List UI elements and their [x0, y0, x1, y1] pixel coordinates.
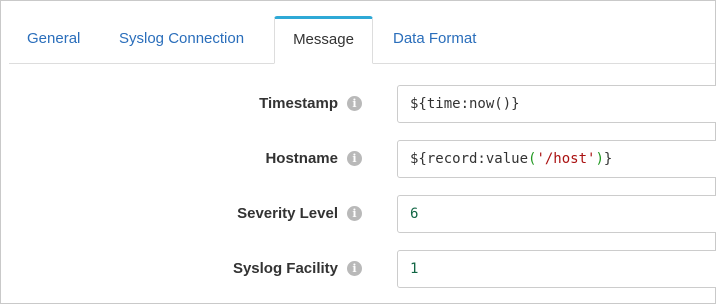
tab-message[interactable]: Message [274, 16, 373, 64]
syslog-facility-field[interactable]: 1 [397, 250, 716, 288]
info-icon[interactable]: i [347, 206, 362, 221]
info-icon[interactable]: i [347, 261, 362, 276]
tab-general[interactable]: General [27, 17, 80, 63]
severity-level-row: Severity Level i 6 [1, 195, 716, 233]
info-icon[interactable]: i [347, 151, 362, 166]
severity-level-label: Severity Level [237, 205, 338, 222]
info-icon[interactable]: i [347, 96, 362, 111]
severity-level-field[interactable]: 6 [397, 195, 716, 233]
severity-level-value: 6 [410, 206, 419, 222]
configuration-panel: General Syslog Connection Message Data F… [0, 0, 716, 304]
tab-bar: General Syslog Connection Message Data F… [9, 1, 715, 64]
hostname-row: Hostname i ${record:value('/host')} [1, 140, 716, 178]
timestamp-label: Timestamp [259, 95, 338, 112]
close-paren: ) [595, 151, 604, 167]
hostname-field[interactable]: ${record:value('/host')} [397, 140, 716, 178]
timestamp-field[interactable]: ${time:now()} [397, 85, 716, 123]
syslog-facility-label: Syslog Facility [232, 260, 338, 277]
syslog-facility-row: Syslog Facility i 1 [1, 250, 716, 288]
expression-prefix: ${record:value [410, 151, 529, 167]
hostname-label: Hostname [265, 150, 338, 167]
syslog-facility-value: 1 [410, 261, 419, 277]
string-literal: '/host' [536, 151, 596, 167]
expression-suffix: } [603, 151, 613, 167]
tab-data-format[interactable]: Data Format [393, 17, 476, 63]
timestamp-row: Timestamp i ${time:now()} [1, 85, 716, 123]
tab-syslog-connection[interactable]: Syslog Connection [119, 17, 244, 63]
